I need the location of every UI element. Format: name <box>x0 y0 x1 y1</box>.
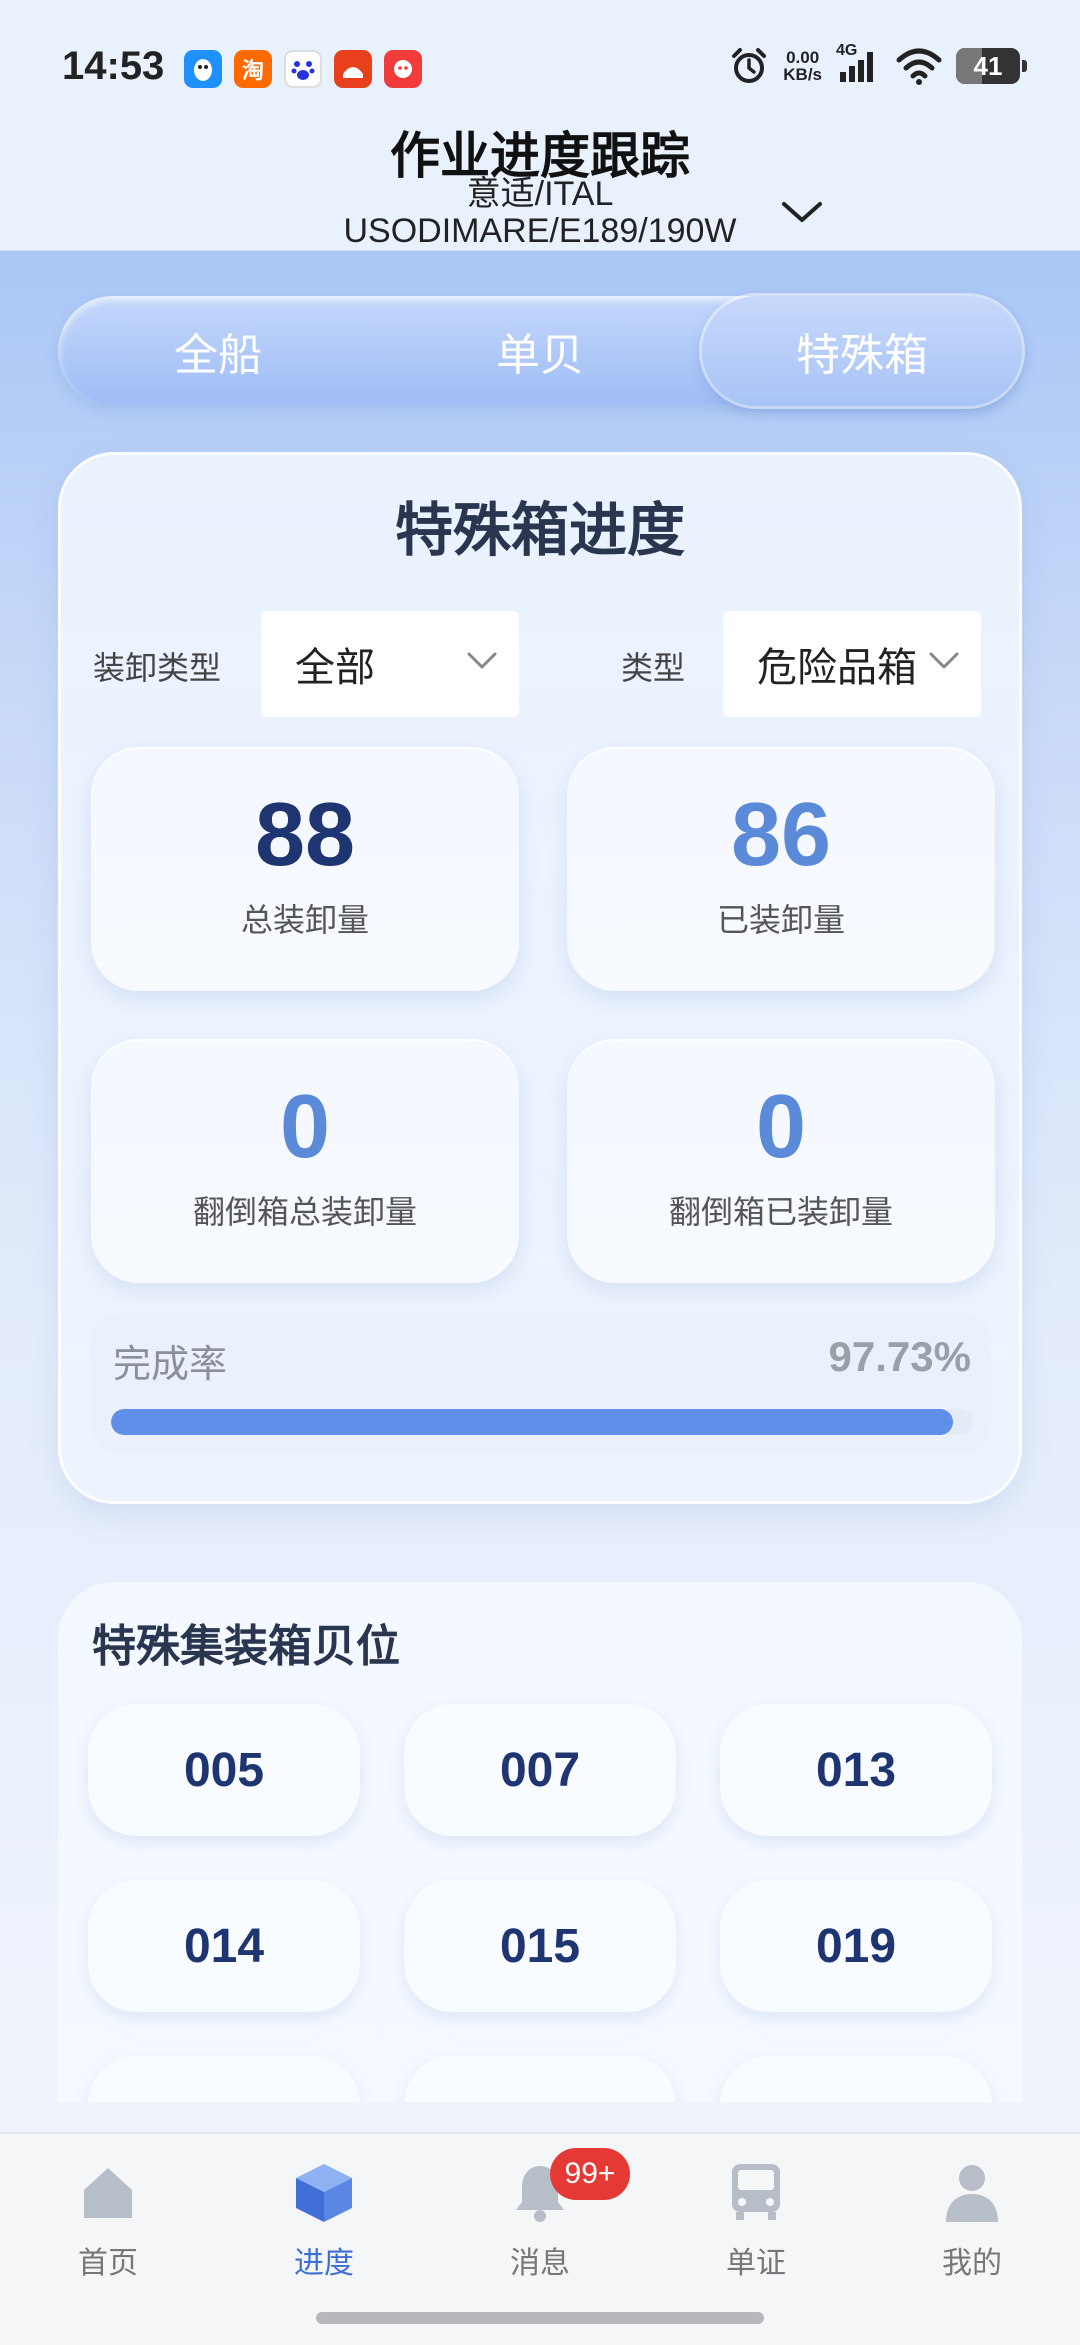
voyage-number: USODIMARE/E189/190W <box>343 212 737 250</box>
completion-rate: 完成率 97.73% <box>91 1313 991 1453</box>
app-icon <box>384 50 422 88</box>
completion-rate-label: 完成率 <box>113 1342 228 1386</box>
nav-documents[interactable]: 单证 <box>686 2160 826 2290</box>
nav-home[interactable]: 首页 <box>38 2160 178 2290</box>
completed-load-stat: 86 已装卸量 <box>567 747 995 991</box>
battery-percent: 41 <box>973 50 1003 81</box>
nav-progress[interactable]: 进度 <box>254 2160 394 2290</box>
message-count-badge: 99+ <box>550 2148 630 2200</box>
progress-bar <box>111 1409 973 1435</box>
total-load-stat: 88 总装卸量 <box>91 747 519 991</box>
nav-messages[interactable]: 99+ 消息 <box>470 2148 630 2290</box>
load-type-value: 全部 <box>295 645 375 691</box>
cell-signal-icon: 4G <box>836 42 882 86</box>
shift-total-stat: 0 翻倒箱总装卸量 <box>91 1039 519 1283</box>
total-load-value: 88 <box>254 785 356 885</box>
bay-item[interactable]: 013 <box>720 1704 992 1836</box>
shift-completed-label: 翻倒箱已装卸量 <box>668 1193 893 1231</box>
vessel-name: 意适/ITAL <box>466 175 614 213</box>
type-label: 类型 <box>621 649 686 687</box>
shift-completed-value: 0 <box>755 1077 807 1177</box>
type-value: 危险品箱 <box>757 645 917 691</box>
bay-item-partial[interactable] <box>88 2056 360 2102</box>
bay-item[interactable]: 015 <box>404 1880 676 2012</box>
nav-documents-label: 单证 <box>726 2246 786 2281</box>
qq-icon <box>184 50 222 88</box>
taobao-icon: 淘 <box>234 50 272 88</box>
nav-profile[interactable]: 我的 <box>902 2160 1042 2290</box>
bay-item-partial[interactable] <box>720 2056 992 2102</box>
user-icon <box>946 2165 998 2222</box>
net-speed: 0.00 KB/s <box>783 49 822 83</box>
nav-messages-label: 消息 <box>510 2246 570 2281</box>
tab-whole-ship[interactable]: 全船 <box>58 296 378 406</box>
shift-completed-stat: 0 翻倒箱已装卸量 <box>567 1039 995 1283</box>
bay-item-partial[interactable] <box>404 2056 676 2102</box>
total-load-label: 总装卸量 <box>240 901 369 939</box>
net-speed-value: 0.00 <box>786 48 820 67</box>
cube-icon <box>296 2164 352 2222</box>
bay-item[interactable]: 019 <box>720 1880 992 2012</box>
wifi-icon <box>896 48 942 85</box>
alarm-icon <box>732 48 767 83</box>
special-container-progress-card: 特殊箱进度 装卸类型 全部 类型 危险品箱 88 总装卸量 86 已装卸量 0 … <box>58 452 1022 1504</box>
completion-rate-value: 97.73% <box>828 1333 971 1380</box>
bay-item[interactable]: 005 <box>88 1704 360 1836</box>
completed-load-value: 86 <box>730 785 832 885</box>
status-right: 0.00 KB/s 4G 41 <box>729 42 1027 86</box>
shift-total-value: 0 <box>279 1077 331 1177</box>
home-indicator[interactable] <box>316 2312 764 2324</box>
notification-icons: 淘 <box>184 50 422 88</box>
status-time: 14:53 <box>62 44 165 88</box>
shift-total-label: 翻倒箱总装卸量 <box>192 1193 417 1231</box>
type-select[interactable]: 危险品箱 <box>723 611 981 717</box>
load-type-label: 装卸类型 <box>93 649 222 687</box>
card-title: 特殊箱进度 <box>394 496 685 564</box>
progress-bar-fill <box>111 1409 954 1435</box>
nav-home-label: 首页 <box>78 2246 138 2281</box>
bay-item[interactable]: 007 <box>404 1704 676 1836</box>
tab-special-container[interactable]: 特殊箱 <box>702 296 1022 406</box>
app-icon <box>334 50 372 88</box>
bay-item[interactable]: 014 <box>88 1880 360 2012</box>
bay-section-title: 特殊集装箱贝位 <box>92 1621 400 1672</box>
completed-load-label: 已装卸量 <box>716 901 845 939</box>
tab-bar: 全船 单贝 特殊箱 <box>58 296 1022 406</box>
chevron-down-icon[interactable] <box>778 196 826 228</box>
vessel-selector[interactable]: 意适/ITAL USODIMARE/E189/190W <box>240 176 840 250</box>
net-speed-unit: KB/s <box>783 65 822 84</box>
bus-icon <box>732 2164 780 2220</box>
load-type-select[interactable]: 全部 <box>261 611 519 717</box>
special-bay-section: 特殊集装箱贝位 005 007 013 014 015 019 <box>58 1582 1022 2102</box>
nav-progress-label: 进度 <box>294 2246 354 2281</box>
chevron-down-icon <box>467 652 497 669</box>
status-bar: 14:53 淘 0.00 KB/s 4G 41 <box>0 0 1080 120</box>
tab-single-bay[interactable]: 单贝 <box>380 296 700 406</box>
nav-profile-label: 我的 <box>942 2246 1002 2281</box>
chevron-down-icon <box>929 652 959 669</box>
home-icon <box>84 2168 132 2218</box>
baidu-icon <box>284 50 322 88</box>
battery-icon: 41 <box>956 48 1027 84</box>
